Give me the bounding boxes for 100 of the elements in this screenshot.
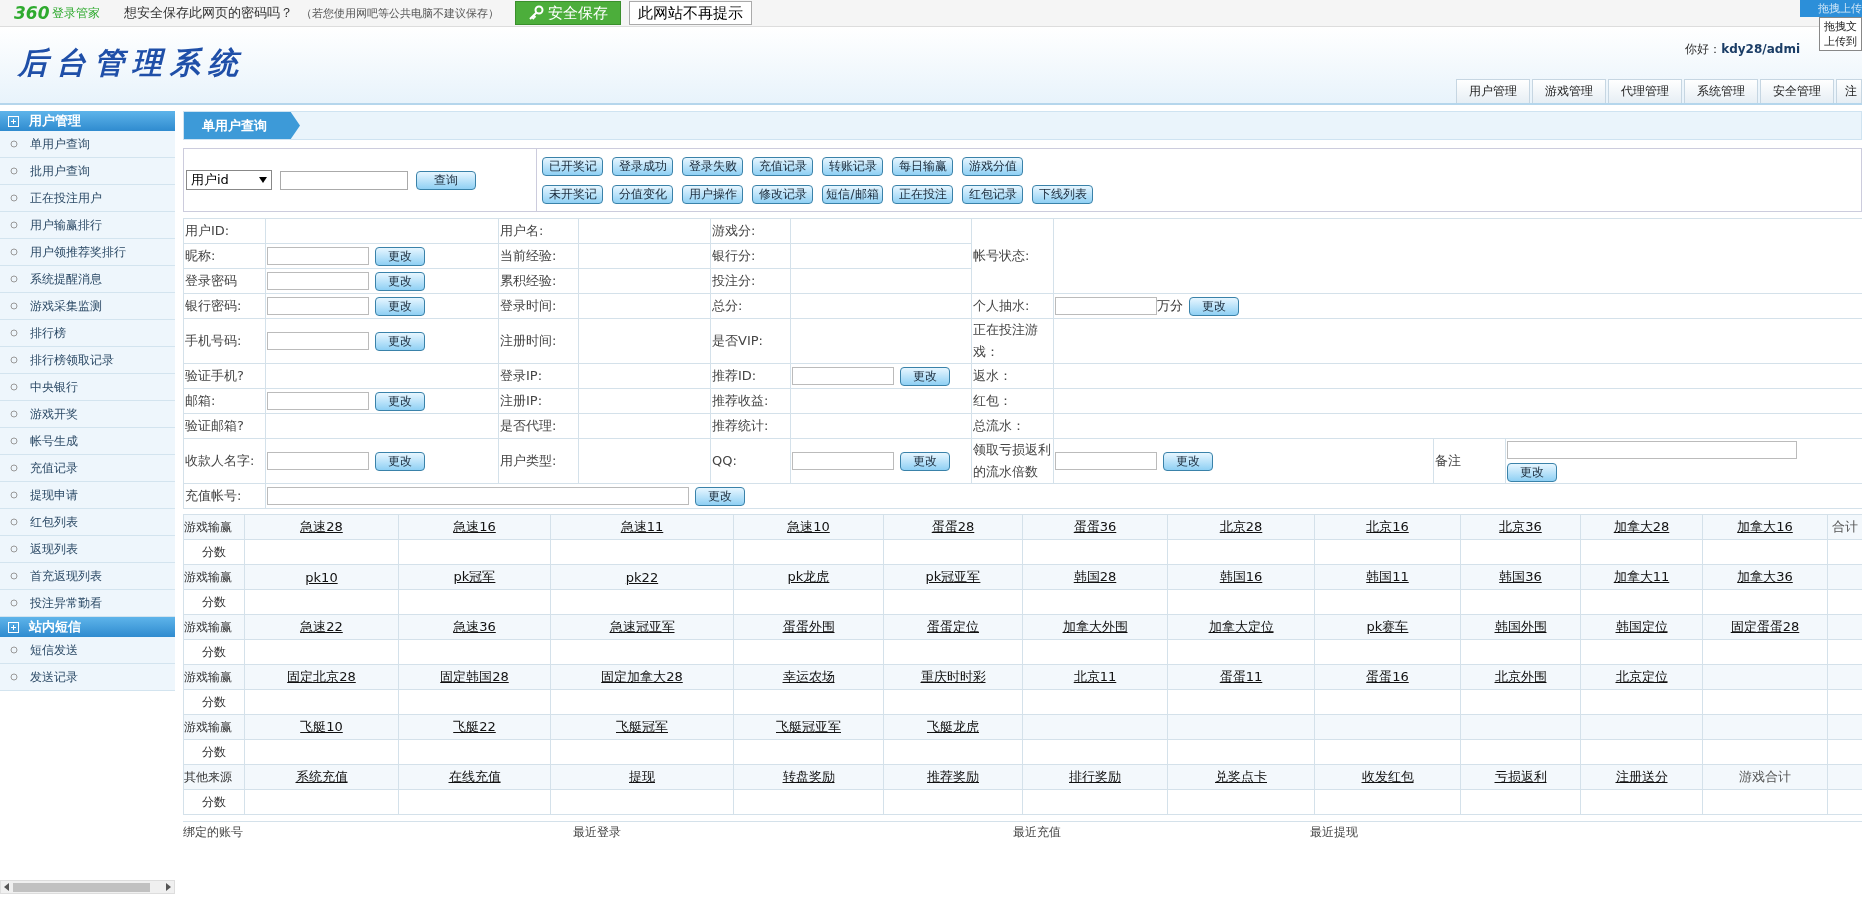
nav-tab[interactable]: 注 xyxy=(1836,79,1862,103)
sidebar-item[interactable]: 排行榜 xyxy=(0,320,175,347)
record-button[interactable]: 正在投注 xyxy=(892,184,953,204)
sidebar-item[interactable]: 充值记录 xyxy=(0,455,175,482)
game-link[interactable]: 急速28 xyxy=(300,519,343,534)
sidebar-item[interactable]: 正在投注用户 xyxy=(0,185,175,212)
game-link[interactable]: pk10 xyxy=(305,569,338,585)
game-link[interactable]: pk22 xyxy=(625,569,659,585)
game-link[interactable]: 北京11 xyxy=(1073,669,1117,684)
input-field[interactable] xyxy=(267,247,369,265)
record-button[interactable]: 下线列表 xyxy=(1032,184,1093,204)
change-button[interactable]: 更改 xyxy=(1163,451,1213,471)
dropdown[interactable]: 用户id xyxy=(186,170,272,190)
sidebar-item[interactable]: 中央银行 xyxy=(0,374,175,401)
record-button[interactable]: 登录成功 xyxy=(612,156,673,176)
horizontal-scrollbar[interactable] xyxy=(0,880,175,894)
input-field[interactable] xyxy=(267,452,369,470)
sidebar-item[interactable]: 游戏开奖 xyxy=(0,401,175,428)
change-button[interactable]: 更改 xyxy=(375,331,425,351)
game-link[interactable]: 急速11 xyxy=(620,519,664,534)
input-field[interactable] xyxy=(267,392,369,410)
change-button[interactable]: 更改 xyxy=(375,246,425,266)
game-link[interactable]: pk冠军 xyxy=(453,569,496,584)
record-button[interactable]: 红包记录 xyxy=(962,184,1023,204)
game-link[interactable]: 在线充值 xyxy=(448,769,501,784)
game-link[interactable]: 系统充值 xyxy=(295,769,348,784)
sidebar-item[interactable]: 发送记录 xyxy=(0,664,175,691)
game-link[interactable]: 韩国16 xyxy=(1219,569,1263,584)
sidebar-item[interactable]: 游戏采集监测 xyxy=(0,293,175,320)
input-field[interactable] xyxy=(267,297,369,315)
game-link[interactable]: 飞艇冠军 xyxy=(616,719,668,734)
input-field[interactable] xyxy=(792,367,894,385)
circle-bullet-icon xyxy=(10,545,18,553)
sidebar-item[interactable]: 首充返现列表 xyxy=(0,563,175,590)
input-field[interactable] xyxy=(1055,452,1157,470)
game-link[interactable]: 北京28 xyxy=(1219,519,1263,534)
change-button[interactable]: 更改 xyxy=(900,451,950,471)
change-button[interactable]: 更改 xyxy=(900,366,950,386)
search-button[interactable]: 查询 xyxy=(416,170,476,190)
change-button[interactable]: 更改 xyxy=(1507,462,1557,482)
record-button[interactable]: 短信/邮箱 xyxy=(822,184,883,204)
change-button[interactable]: 更改 xyxy=(375,296,425,316)
game-link[interactable]: 急速36 xyxy=(453,619,496,634)
nav-tab[interactable]: 系统管理 xyxy=(1684,79,1758,103)
record-button[interactable]: 登录失败 xyxy=(682,156,743,176)
input-field[interactable] xyxy=(1507,440,1797,459)
change-button[interactable]: 更改 xyxy=(375,391,425,411)
game-link[interactable]: 韩国28 xyxy=(1073,569,1117,584)
nav-tab[interactable]: 代理管理 xyxy=(1608,79,1682,103)
change-button[interactable]: 更改 xyxy=(375,451,425,471)
sidebar-item[interactable]: 单用户查询 xyxy=(0,131,175,158)
nav-tab[interactable]: 游戏管理 xyxy=(1532,79,1606,103)
input-field[interactable] xyxy=(267,487,689,505)
game-link[interactable]: 蛋蛋28 xyxy=(931,519,975,534)
sidebar-item[interactable]: 帐号生成 xyxy=(0,428,175,455)
game-link[interactable]: 蛋蛋36 xyxy=(1073,519,1117,534)
sidebar-item[interactable]: 批用户查询 xyxy=(0,158,175,185)
record-button[interactable]: 充值记录 xyxy=(752,156,813,176)
input-field[interactable] xyxy=(1055,297,1157,315)
input-field[interactable] xyxy=(267,332,369,350)
sidebar-item[interactable]: 排行榜领取记录 xyxy=(0,347,175,374)
search-field[interactable] xyxy=(280,170,408,190)
sidebar-item[interactable]: 返现列表 xyxy=(0,536,175,563)
sidebar-item[interactable]: 用户输赢排行 xyxy=(0,212,175,239)
record-button[interactable]: 游戏分值 xyxy=(962,156,1023,176)
game-link[interactable]: 蛋蛋11 xyxy=(1219,669,1263,684)
game-link[interactable]: 蛋蛋16 xyxy=(1366,669,1409,684)
record-button[interactable]: 已开奖记 xyxy=(542,156,603,176)
game-link[interactable]: pk赛车 xyxy=(1366,619,1409,634)
left-arrow-icon[interactable] xyxy=(3,883,11,891)
game-link[interactable]: 韩国11 xyxy=(1366,569,1409,584)
nav-tab[interactable]: 安全管理 xyxy=(1760,79,1834,103)
sidebar-item[interactable]: 短信发送 xyxy=(0,637,175,664)
record-button[interactable]: 修改记录 xyxy=(752,184,813,204)
record-button[interactable]: 用户操作 xyxy=(682,184,743,204)
game-link[interactable]: 提现 xyxy=(629,769,655,784)
sidebar-item[interactable]: 提现申请 xyxy=(0,482,175,509)
game-link[interactable]: 飞艇10 xyxy=(300,719,343,734)
game-link[interactable]: 飞艇22 xyxy=(453,719,496,734)
input-field[interactable] xyxy=(267,272,369,290)
sidebar-item[interactable]: 系统提醒消息 xyxy=(0,266,175,293)
sidebar-item[interactable]: 投注异常勤看 xyxy=(0,590,175,617)
record-button[interactable]: 每日输赢 xyxy=(892,156,953,176)
game-link[interactable]: 北京16 xyxy=(1366,519,1409,534)
change-button[interactable]: 更改 xyxy=(1189,296,1239,316)
game-link[interactable]: 急速16 xyxy=(453,519,496,534)
record-button[interactable]: 转账记录 xyxy=(822,156,883,176)
sidebar-item[interactable]: 红包列表 xyxy=(0,509,175,536)
right-arrow-icon[interactable] xyxy=(164,883,172,891)
input-field[interactable] xyxy=(792,452,894,470)
record-button[interactable]: 分值变化 xyxy=(612,184,673,204)
change-button[interactable]: 更改 xyxy=(375,271,425,291)
game-link[interactable]: pk龙虎 xyxy=(787,569,830,584)
game-link[interactable]: 急速22 xyxy=(300,619,343,634)
record-button[interactable]: 未开奖记 xyxy=(542,184,603,204)
game-link[interactable]: 急速10 xyxy=(787,519,830,534)
nav-tab[interactable]: 用户管理 xyxy=(1456,79,1530,103)
dismiss-button[interactable]: 此网站不再提示 xyxy=(628,1,752,25)
change-button[interactable]: 更改 xyxy=(695,486,745,506)
sidebar-item[interactable]: 用户领推荐奖排行 xyxy=(0,239,175,266)
